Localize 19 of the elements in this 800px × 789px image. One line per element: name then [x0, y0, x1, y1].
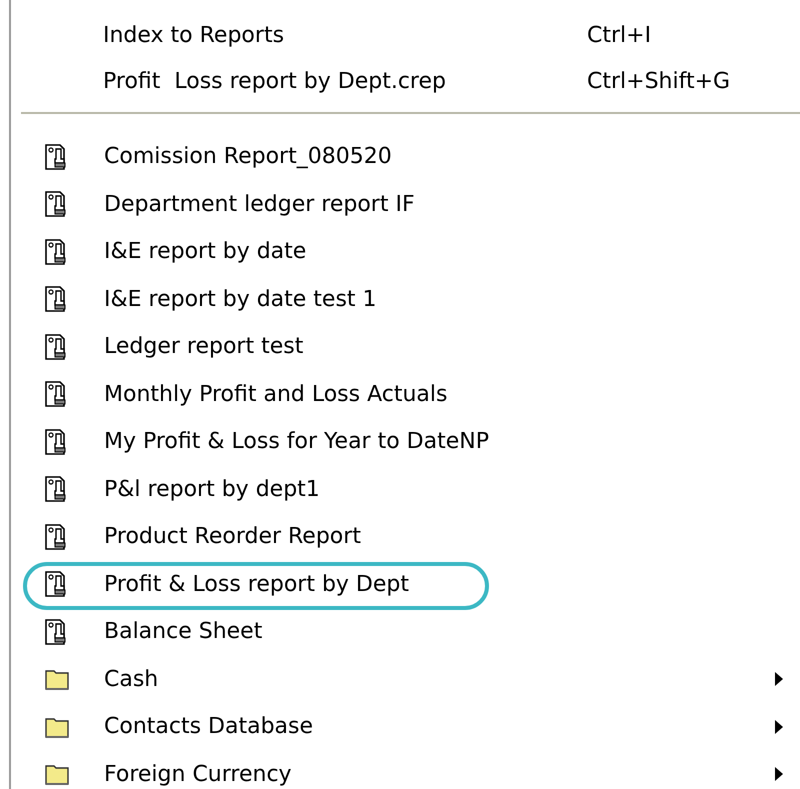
menu-item[interactable]: Index to Reports Ctrl+I [11, 12, 800, 58]
menu-item[interactable]: I&E report by date test 1 [11, 276, 800, 323]
menu-item[interactable]: I&E report by date [11, 228, 800, 276]
menu-item[interactable]: Monthly Profit and Loss Actuals [11, 370, 800, 418]
submenu-arrow-icon [775, 720, 783, 734]
menu-item[interactable]: My Profit & Loss for Year to DateNP [11, 418, 800, 466]
menu-item[interactable]: Product Reorder Report [11, 513, 800, 560]
menu-item[interactable]: Foreign Currency [11, 750, 800, 789]
menu-item[interactable]: Profit & Loss report by Dept [11, 560, 800, 608]
menu-item[interactable]: Ledger report test [11, 323, 800, 370]
menu-item[interactable]: Cash [11, 656, 800, 703]
menu-item[interactable]: Balance Sheet [11, 608, 800, 656]
menu-item[interactable]: P&l report by dept1 [11, 466, 800, 513]
menu-item[interactable]: Department ledger report IF [11, 180, 800, 228]
submenu-arrow-icon [775, 672, 783, 686]
menu-item[interactable]: Profit Loss report by Dept.crep Ctrl+Shift+G [11, 58, 800, 104]
submenu-arrow-icon [775, 767, 783, 782]
menu-item[interactable]: Comission Report_080520 [11, 133, 800, 180]
menu-item[interactable]: Contacts Database [11, 703, 800, 750]
